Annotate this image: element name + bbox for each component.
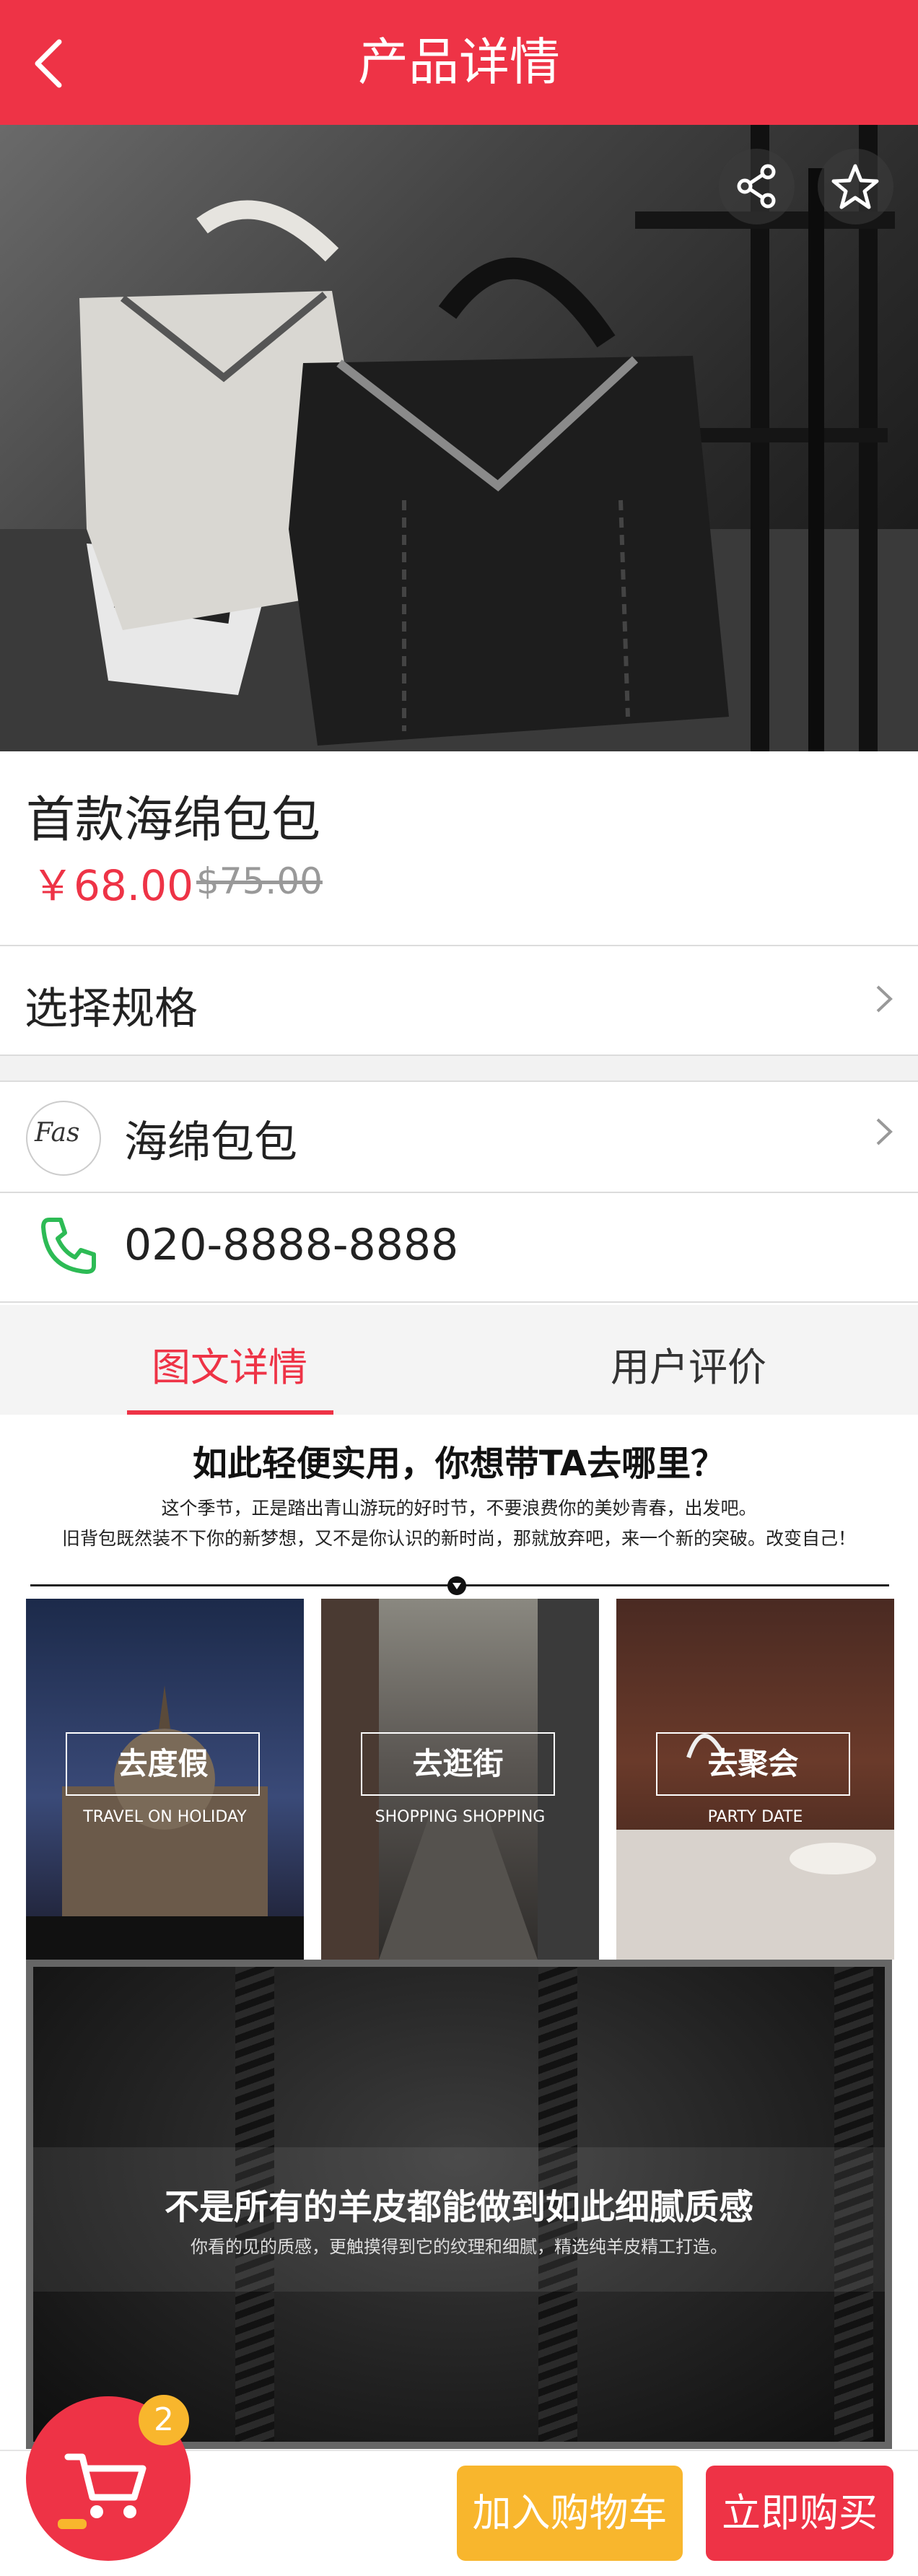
scene-shopping-title: 去逛街 xyxy=(412,1746,504,1781)
detail-line-2: 旧背包既然装不下你的新梦想，又不是你认识的新时尚，那就放弃吧，来一个新的突破。改… xyxy=(61,1528,856,1549)
detail-tabs: 图文详情 用户评价 xyxy=(0,1305,918,1415)
leather-title: 不是所有的羊皮都能做到如此细腻质感 xyxy=(164,2187,753,2227)
phone-icon xyxy=(36,1213,101,1280)
shop-avatar-text: Fas xyxy=(35,1118,80,1148)
star-icon xyxy=(831,164,879,209)
scene-party: 去聚会 PARTY DATE xyxy=(616,1599,894,1960)
section-gap xyxy=(0,1056,918,1080)
leather-texture-banner: 不是所有的羊皮都能做到如此细腻质感 你看的见的质感，更触摸得到它的纹理和细腻，精… xyxy=(26,1960,892,2449)
scene-holiday-title: 去度假 xyxy=(117,1746,209,1781)
add-to-cart-button[interactable]: 加入购物车 xyxy=(457,2466,683,2561)
app-header: 产品详情 xyxy=(0,0,918,125)
cart-count-badge: 2 xyxy=(139,2395,189,2445)
product-name: 首款海绵包包 xyxy=(26,792,321,849)
divider xyxy=(0,1301,918,1303)
buy-now-button[interactable]: 立即购买 xyxy=(706,2466,893,2561)
back-icon[interactable] xyxy=(22,35,79,92)
page-title: 产品详情 xyxy=(358,32,560,92)
divider-marker-icon xyxy=(447,1576,466,1595)
share-button[interactable] xyxy=(719,149,795,224)
select-spec-row[interactable]: 选择规格 xyxy=(0,946,918,1055)
active-tab-indicator xyxy=(127,1410,333,1415)
product-image xyxy=(0,125,918,751)
chevron-right-icon xyxy=(873,1115,895,1151)
tab-reviews-label: 用户评价 xyxy=(611,1345,766,1390)
product-price: ￥68.00 xyxy=(32,861,194,910)
chevron-right-icon xyxy=(873,982,895,1018)
scene-holiday: 去度假 TRAVEL ON HOLIDAY xyxy=(26,1599,304,1960)
original-price: $75.00 xyxy=(196,860,323,902)
leather-subtitle: 你看的见的质感，更触摸得到它的纹理和细腻，精选纯羊皮精工打造。 xyxy=(191,2237,727,2257)
scene-party-subtitle: PARTY DATE xyxy=(707,1808,803,1826)
phone-number: 020-8888-8888 xyxy=(124,1220,459,1270)
scene-shopping: 去逛街 SHOPPING SHOPPING xyxy=(321,1599,599,1960)
select-spec-label: 选择规格 xyxy=(25,984,198,1034)
scene-party-title: 去聚会 xyxy=(707,1746,799,1781)
tab-reviews[interactable]: 用户评价 xyxy=(459,1305,918,1415)
favorite-button[interactable] xyxy=(818,149,893,224)
share-icon xyxy=(737,164,776,209)
tab-detail[interactable]: 图文详情 xyxy=(0,1305,459,1415)
scene-shopping-subtitle: SHOPPING SHOPPING xyxy=(375,1808,546,1826)
tab-detail-label: 图文详情 xyxy=(152,1345,307,1390)
detail-heading: 如此轻便实用，你想带TA去哪里？ xyxy=(192,1444,726,1484)
scene-holiday-subtitle: TRAVEL ON HOLIDAY xyxy=(83,1808,247,1826)
shop-name: 海绵包包 xyxy=(124,1117,297,1168)
shop-avatar: Fas xyxy=(26,1101,101,1176)
detail-line-1: 这个季节，正是踏出青山游玩的好时节，不要浪费你的美妙青春，出发吧。 xyxy=(161,1498,757,1519)
